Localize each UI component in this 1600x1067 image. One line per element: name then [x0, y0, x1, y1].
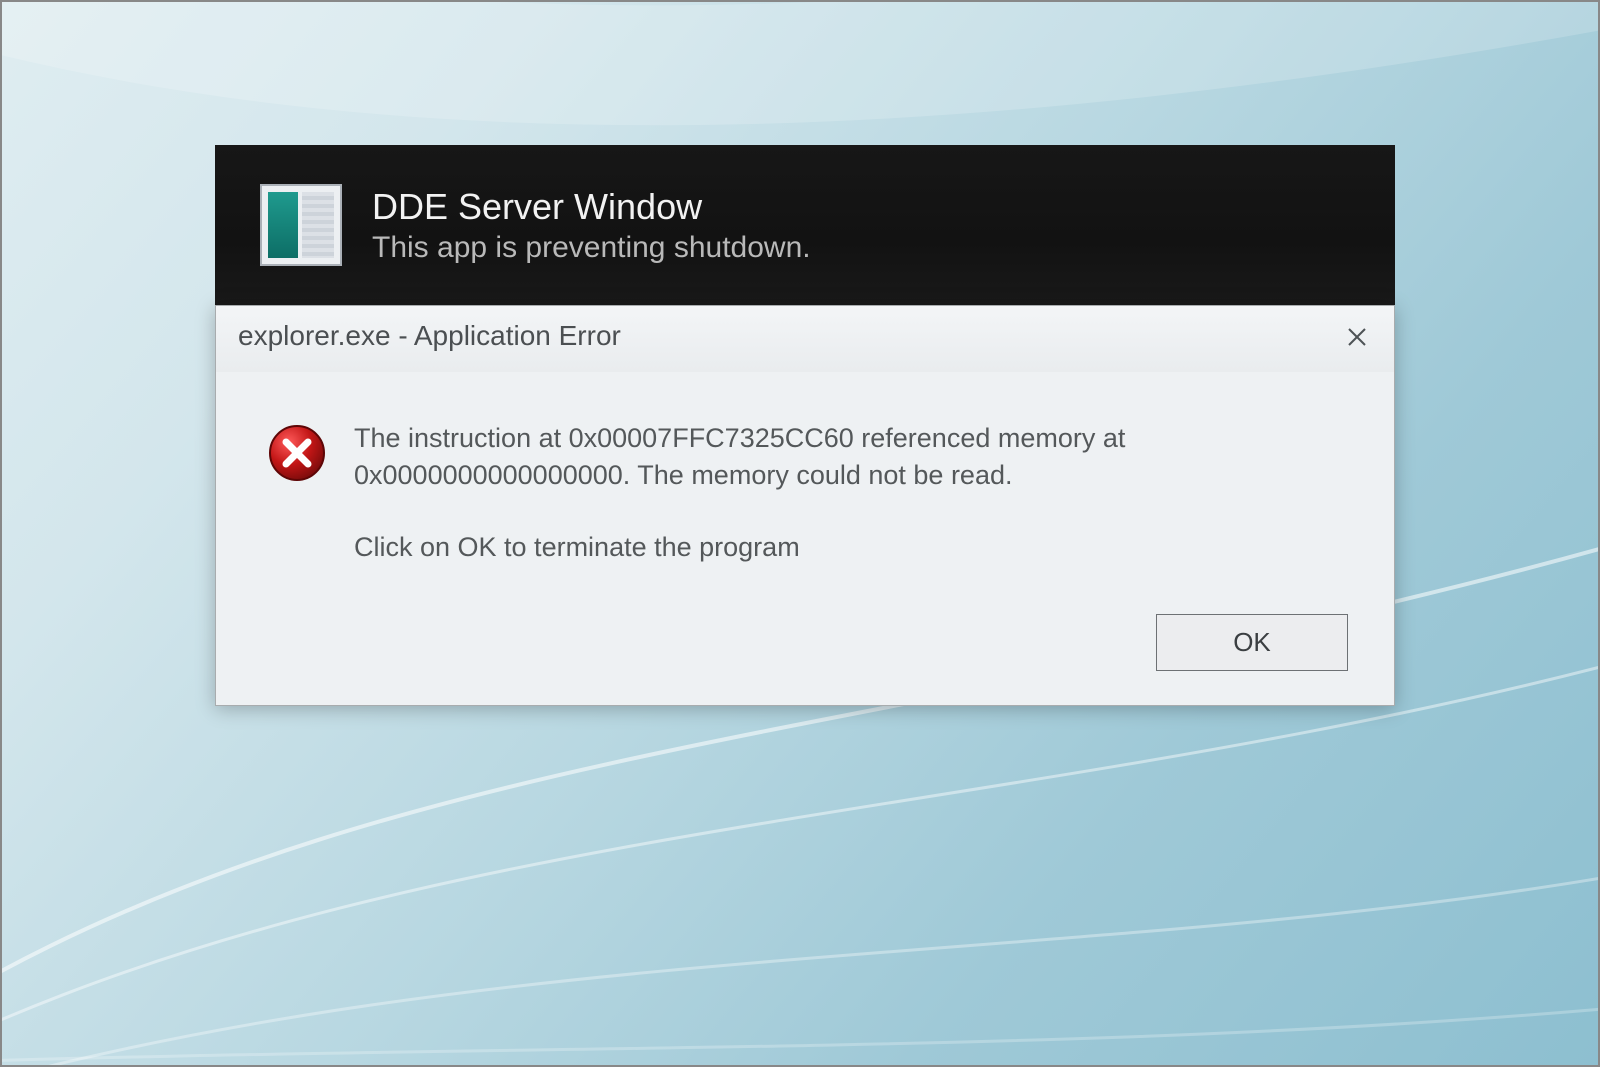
- ok-button[interactable]: OK: [1156, 614, 1348, 671]
- error-message-line2: Click on OK to terminate the program: [354, 529, 1294, 566]
- shutdown-blocking-banner: DDE Server Window This app is preventing…: [215, 145, 1395, 305]
- dialog-titlebar[interactable]: explorer.exe - Application Error: [216, 306, 1394, 372]
- app-thumbnail-icon: [260, 184, 342, 266]
- close-icon: [1347, 318, 1367, 355]
- error-message-line1: The instruction at 0x00007FFC7325CC60 re…: [354, 420, 1294, 495]
- blocking-app-subtitle: This app is preventing shutdown.: [372, 229, 811, 267]
- dialog-message: The instruction at 0x00007FFC7325CC60 re…: [354, 420, 1294, 566]
- error-icon: [268, 424, 326, 482]
- dialog-title: explorer.exe - Application Error: [238, 320, 621, 352]
- close-button[interactable]: [1334, 316, 1380, 356]
- blocking-app-title: DDE Server Window: [372, 184, 811, 229]
- application-error-dialog: explorer.exe - Application Error: [215, 305, 1395, 706]
